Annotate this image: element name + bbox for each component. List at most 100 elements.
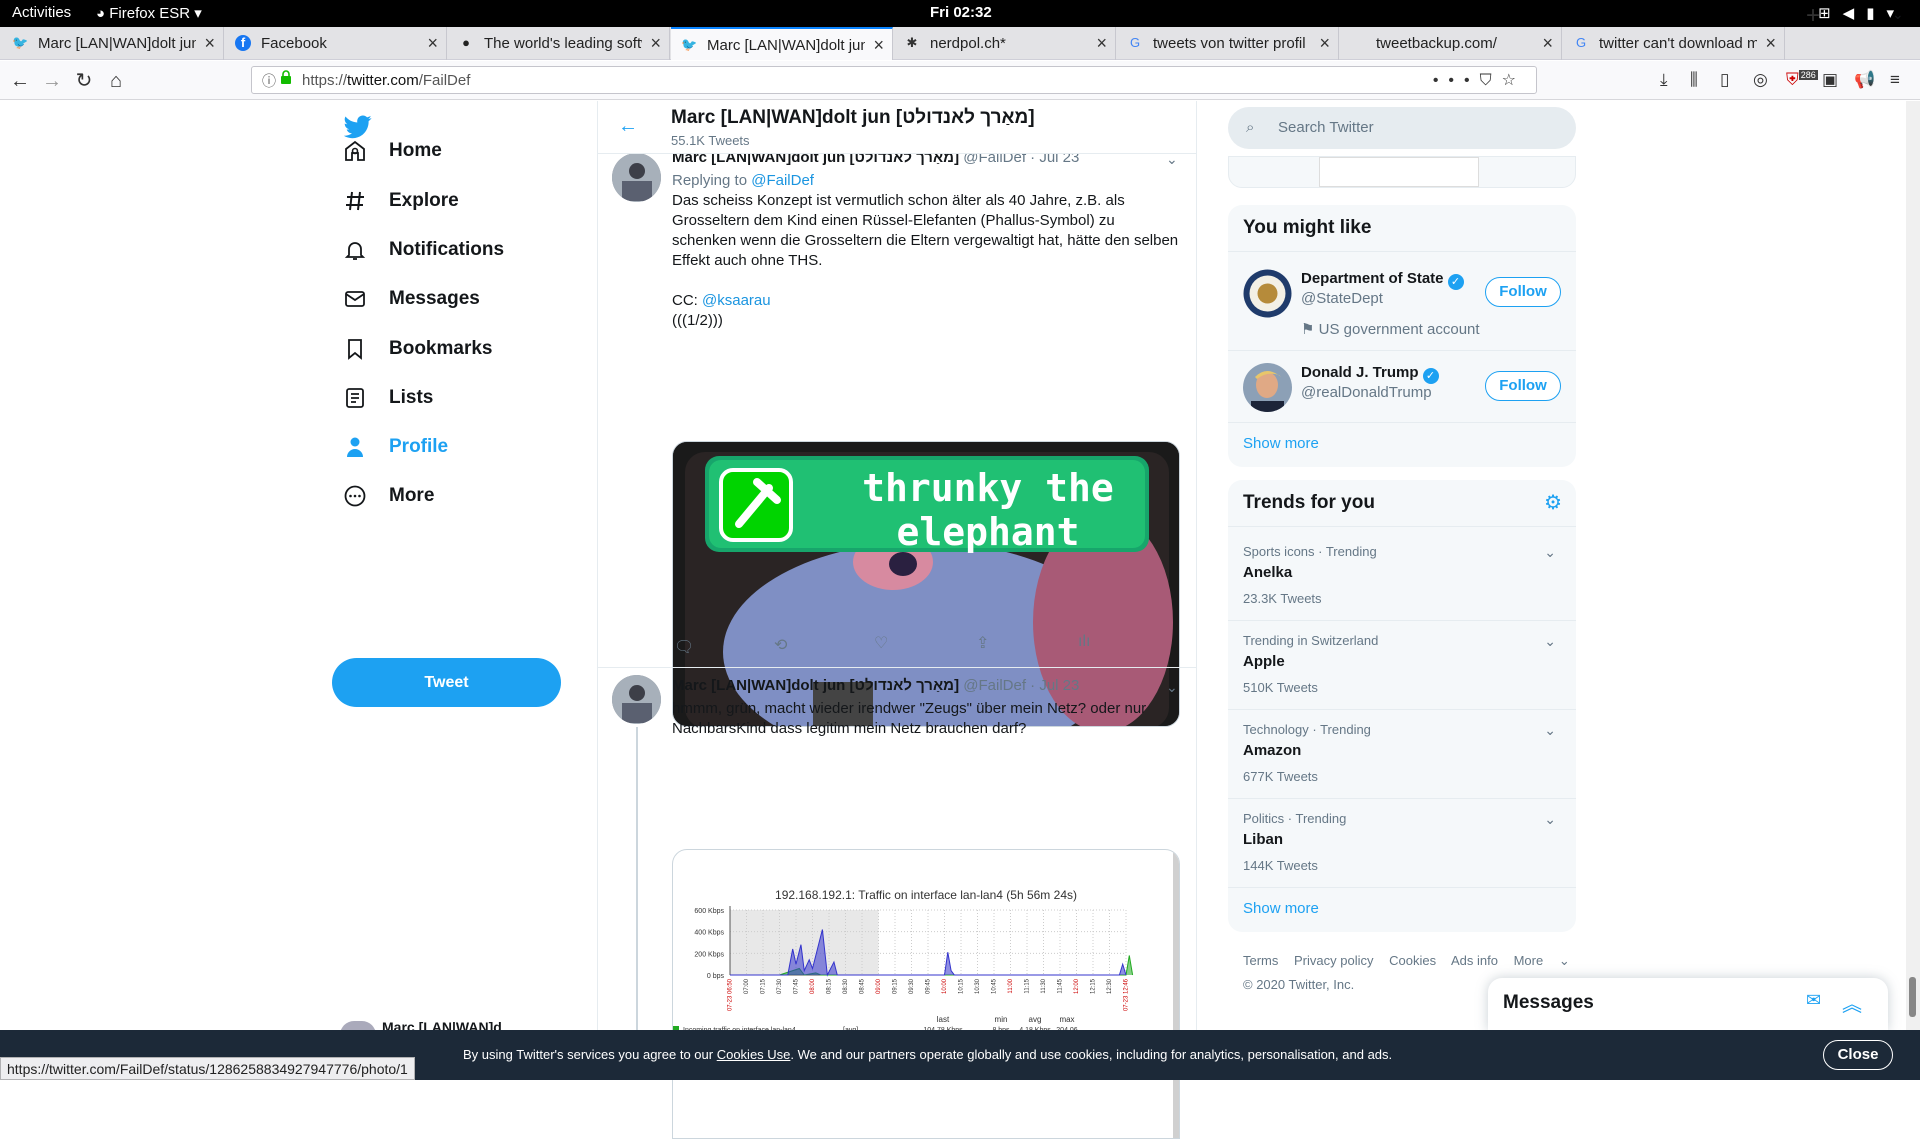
- profile-media-preview[interactable]: [1228, 156, 1576, 188]
- ublock-icon[interactable]: ⛨ 286: [1786, 70, 1818, 90]
- x-tick-label: 08:15: [827, 978, 833, 994]
- pocket-icon[interactable]: ⛉: [1480, 72, 1502, 89]
- avatar[interactable]: [612, 153, 661, 202]
- tab-list-icon[interactable]: ⌄: [1892, 6, 1904, 23]
- page-scrollbar[interactable]: [1906, 101, 1920, 1030]
- chevron-down-icon[interactable]: ⌄: [1544, 811, 1556, 828]
- like-icon[interactable]: ♡: [874, 633, 888, 653]
- close-icon[interactable]: ×: [1542, 33, 1553, 54]
- browser-tab[interactable]: Gtwitter can't download m ×: [1563, 27, 1785, 60]
- tweet-author[interactable]: Marc [LAN|WAN]dolt jun [מאַרך לאנדולט] @…: [672, 677, 1079, 694]
- close-icon[interactable]: ×: [1765, 33, 1776, 54]
- back-arrow-icon[interactable]: ←: [618, 115, 638, 138]
- browser-tab[interactable]: 🐦 Marc [LAN|WAN]dolt jun ×: [671, 27, 893, 60]
- browser-tab[interactable]: tweetbackup.com/ ×: [1340, 27, 1562, 60]
- activities-button[interactable]: Activities: [12, 4, 71, 21]
- show-more-link[interactable]: Show more: [1243, 900, 1319, 917]
- scrollbar-thumb[interactable]: [1909, 977, 1916, 1017]
- close-icon[interactable]: ×: [1096, 33, 1107, 54]
- app-menu[interactable]: ◕ Firefox ESR ▾: [96, 4, 202, 22]
- clock[interactable]: Fri 02:32: [930, 4, 992, 21]
- sidebar-item-notifications[interactable]: Notifications: [340, 230, 504, 270]
- messages-drawer-title: Messages: [1503, 992, 1594, 1013]
- browser-tab[interactable]: ✱ nerdpol.ch* ×: [894, 27, 1116, 60]
- page-actions-icon[interactable]: •••: [1433, 72, 1480, 89]
- new-message-icon[interactable]: ✉: [1806, 990, 1821, 1011]
- follow-button[interactable]: Follow: [1485, 371, 1561, 401]
- cookies-use-link[interactable]: Cookies Use: [717, 1047, 791, 1062]
- close-icon[interactable]: ×: [873, 35, 884, 56]
- info-icon[interactable]: ⓘ: [262, 71, 276, 91]
- extension-icon[interactable]: ◎: [1753, 70, 1768, 90]
- expand-chevron-up-icon[interactable]: ︽: [1842, 988, 1862, 1017]
- chevron-down-icon[interactable]: ⌄: [1544, 722, 1556, 739]
- extension-photo-icon[interactable]: ▣: [1822, 70, 1838, 90]
- tab-title: tweetbackup.com/: [1376, 35, 1497, 52]
- trend-item[interactable]: Trending in Switzerland Apple 510K Tweets ⌄: [1228, 621, 1576, 710]
- new-tab-button[interactable]: +: [1806, 2, 1820, 30]
- hamburger-menu-icon[interactable]: ≡: [1890, 70, 1900, 90]
- sidebar-icon[interactable]: ▯: [1720, 70, 1729, 90]
- footer-link-terms[interactable]: Terms: [1243, 953, 1278, 968]
- settings-gear-icon[interactable]: ⚙: [1544, 490, 1562, 515]
- sidebar-item-profile[interactable]: Profile: [340, 427, 448, 467]
- bookmark-star-icon[interactable]: ☆: [1502, 72, 1526, 89]
- browser-tab[interactable]: ● The world's leading softw ×: [448, 27, 670, 60]
- browser-tab[interactable]: 🐦 Marc [LAN|WAN]dolt jun ×: [2, 27, 224, 60]
- footer-link-more[interactable]: More ⌄: [1514, 953, 1582, 968]
- trend-item[interactable]: Sports icons · Trending Anelka 23.3K Tweet…: [1228, 532, 1576, 621]
- x-tick-label: 07:45: [794, 978, 800, 994]
- url-bar[interactable]: ⓘ https://twitter.com/FailDef •••⛉☆: [251, 66, 1537, 94]
- home-button[interactable]: ⌂: [102, 67, 130, 95]
- sidebar-item-bookmarks[interactable]: Bookmarks: [340, 329, 493, 369]
- analytics-icon[interactable]: ılı: [1078, 633, 1090, 651]
- chevron-down-icon[interactable]: ⌄: [1544, 633, 1556, 650]
- x-tick-label: 07:15: [761, 978, 767, 994]
- trend-item[interactable]: Politics · Trending Liban 144K Tweets ⌄: [1228, 799, 1576, 888]
- browser-tab[interactable]: Gtweets von twitter profil ×: [1117, 27, 1339, 60]
- cc-link[interactable]: @ksaarau: [702, 292, 771, 309]
- sidebar-item-lists[interactable]: Lists: [340, 378, 433, 418]
- avatar[interactable]: [612, 675, 661, 724]
- forward-button[interactable]: →: [38, 67, 66, 95]
- reload-button[interactable]: ↻: [70, 67, 98, 95]
- close-icon[interactable]: ×: [650, 33, 661, 54]
- close-icon[interactable]: ×: [204, 33, 215, 54]
- close-icon[interactable]: ×: [1319, 33, 1330, 54]
- footer-link-ads[interactable]: Ads info: [1451, 953, 1498, 968]
- avatar[interactable]: [1243, 269, 1292, 318]
- tweet-date[interactable]: Jul 23: [1039, 677, 1079, 694]
- sidebar-item-explore[interactable]: Explore: [340, 181, 459, 221]
- suggestion-item[interactable]: Donald J. Trump ✓ @realDonaldTrump Follow: [1228, 351, 1576, 423]
- tab-title: Marc [LAN|WAN]dolt jun: [38, 35, 196, 52]
- follow-button[interactable]: Follow: [1485, 277, 1561, 307]
- cookie-close-button[interactable]: Close: [1823, 1040, 1893, 1070]
- share-icon[interactable]: ⇪: [976, 633, 989, 653]
- library-icon[interactable]: ⫼: [1690, 70, 1698, 90]
- extension-megaphone-icon[interactable]: 📢: [1854, 70, 1875, 90]
- reply-to-link[interactable]: @FailDef: [751, 172, 814, 189]
- browser-tab[interactable]: f Facebook ×: [225, 27, 447, 60]
- sidebar-item-messages[interactable]: Messages: [340, 279, 480, 319]
- download-icon[interactable]: ⤓: [1660, 70, 1668, 90]
- sidebar-item-home[interactable]: Home: [340, 131, 442, 171]
- messages-drawer[interactable]: Messages ✉ ︽: [1488, 978, 1888, 1031]
- tweet-photo-traffic-graph[interactable]: 192.168.192.1: Traffic on interface lan-…: [672, 849, 1180, 1139]
- tweet-button[interactable]: Tweet: [332, 658, 561, 707]
- show-more-link[interactable]: Show more: [1243, 435, 1319, 452]
- sidebar-item-more[interactable]: More: [340, 476, 434, 516]
- footer-link-privacy[interactable]: Privacy policy: [1294, 953, 1373, 968]
- trend-item[interactable]: Technology · Trending Amazon 677K Tweets ⌄: [1228, 710, 1576, 799]
- avatar[interactable]: [1243, 363, 1292, 412]
- suggestion-item[interactable]: Department of State ✓ @StateDept ⚑ US gov…: [1228, 257, 1576, 351]
- lock-icon[interactable]: [280, 70, 292, 84]
- close-icon[interactable]: ×: [427, 33, 438, 54]
- reply-icon[interactable]: 🗨: [674, 637, 694, 657]
- retweet-icon[interactable]: ⟲: [774, 635, 787, 655]
- footer-link-cookies[interactable]: Cookies: [1389, 953, 1436, 968]
- person-photo-icon: [1243, 363, 1292, 412]
- back-button[interactable]: ←: [6, 67, 34, 95]
- tweet-menu-chevron-icon[interactable]: ⌄: [1166, 679, 1178, 696]
- chevron-down-icon[interactable]: ⌄: [1544, 544, 1556, 561]
- search-input[interactable]: ⌕ Search Twitter: [1228, 107, 1576, 149]
